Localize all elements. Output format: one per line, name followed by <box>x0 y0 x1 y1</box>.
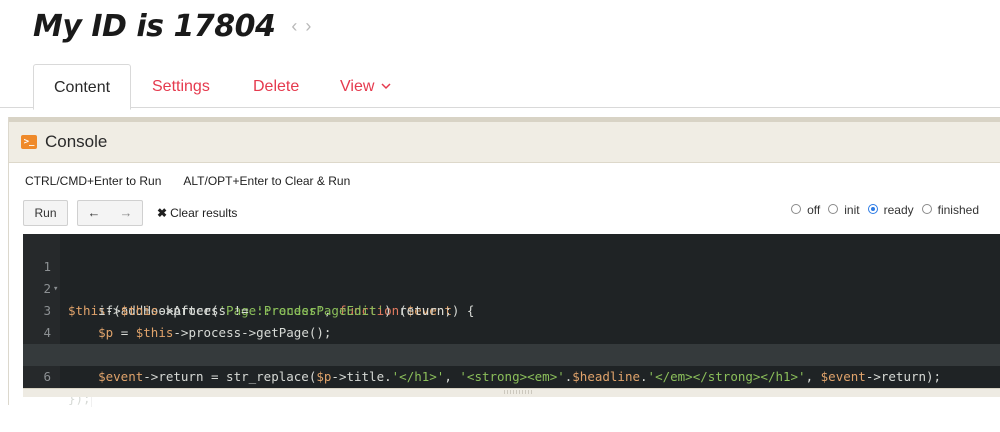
console-panel: >_ Console CTRL/CMD+Enter to Run ALT/OPT… <box>8 117 1000 407</box>
radio-ready[interactable] <box>867 204 878 214</box>
console-title: Console <box>45 132 108 151</box>
page-nav: ‹ › <box>291 16 311 37</box>
clear-results-label: Clear results <box>170 206 238 220</box>
code-line-active[interactable]: 6 }); <box>23 344 1000 407</box>
tab-content-label: Content <box>54 79 111 96</box>
page-header: My ID is 17804 ‹ › <box>33 6 311 46</box>
radio-finished-label[interactable]: finished <box>938 200 979 220</box>
terminal-icon: >_ <box>21 135 37 149</box>
tabs-divider <box>0 107 1000 108</box>
tab-view-label: View <box>340 78 375 95</box>
run-button[interactable]: Run <box>23 200 68 226</box>
line-number: 6 <box>43 369 51 384</box>
code-editor[interactable]: 1 ▾ $this->addHookAfter('Page::render', … <box>23 234 1000 407</box>
code-line[interactable]: 4 $headline = "My ID is $p->id"; <box>23 300 1000 362</box>
radio-off-label[interactable]: off <box>807 200 820 220</box>
clear-results-button[interactable]: ✖ Clear results <box>157 200 237 226</box>
code-line[interactable]: 1 ▾ $this->addHookAfter('Page::render', … <box>23 234 1000 318</box>
keyboard-hints: CTRL/CMD+Enter to Run ALT/OPT+Enter to C… <box>25 174 350 188</box>
history-back-icon[interactable]: ← <box>78 201 110 225</box>
clear-shortcut-hint: ALT/OPT+Enter to Clear & Run <box>183 174 351 188</box>
previous-page-icon[interactable]: ‹ <box>291 16 297 37</box>
next-page-icon[interactable]: › <box>305 16 311 37</box>
radio-init-label[interactable]: init <box>844 200 859 220</box>
editor-resize-handle[interactable] <box>23 388 1000 397</box>
code-line[interactable]: 2 if($this->process != 'ProcessPageEdit'… <box>23 256 1000 318</box>
radio-ready-label[interactable]: ready <box>884 200 914 220</box>
code-line[interactable]: 5 $event->return = str_replace($p->title… <box>23 322 1000 384</box>
tab-delete[interactable]: Delete <box>253 64 299 108</box>
tab-view[interactable]: View <box>340 64 391 108</box>
tab-content[interactable]: Content <box>33 64 132 110</box>
code-line[interactable]: 3 $p = $this->process->getPage(); <box>23 278 1000 340</box>
console-toolbar: Run ← → ✖ Clear results off init ready fi… <box>23 200 1000 226</box>
radio-init[interactable] <box>828 204 839 214</box>
page-title: My ID is 17804 <box>33 8 276 44</box>
radio-finished[interactable] <box>921 204 932 214</box>
run-shortcut-hint: CTRL/CMD+Enter to Run <box>25 174 162 188</box>
history-buttons: ← → <box>77 200 143 226</box>
console-header[interactable]: >_ Console <box>9 122 1000 163</box>
tab-settings-label: Settings <box>152 78 210 95</box>
tab-settings[interactable]: Settings <box>152 64 210 108</box>
hook-state-radios: off init ready finished <box>791 200 983 220</box>
code-text: $event->return = str_replace($p->title.'… <box>98 369 942 384</box>
radio-off[interactable] <box>791 204 802 214</box>
tab-delete-label: Delete <box>253 78 300 95</box>
chevron-down-icon <box>378 81 391 93</box>
edit-tabs: Content Settings Delete View <box>0 64 1000 110</box>
close-icon: ✖ <box>157 206 168 220</box>
grip-icon <box>503 390 533 394</box>
history-forward-icon[interactable]: → <box>110 201 142 225</box>
